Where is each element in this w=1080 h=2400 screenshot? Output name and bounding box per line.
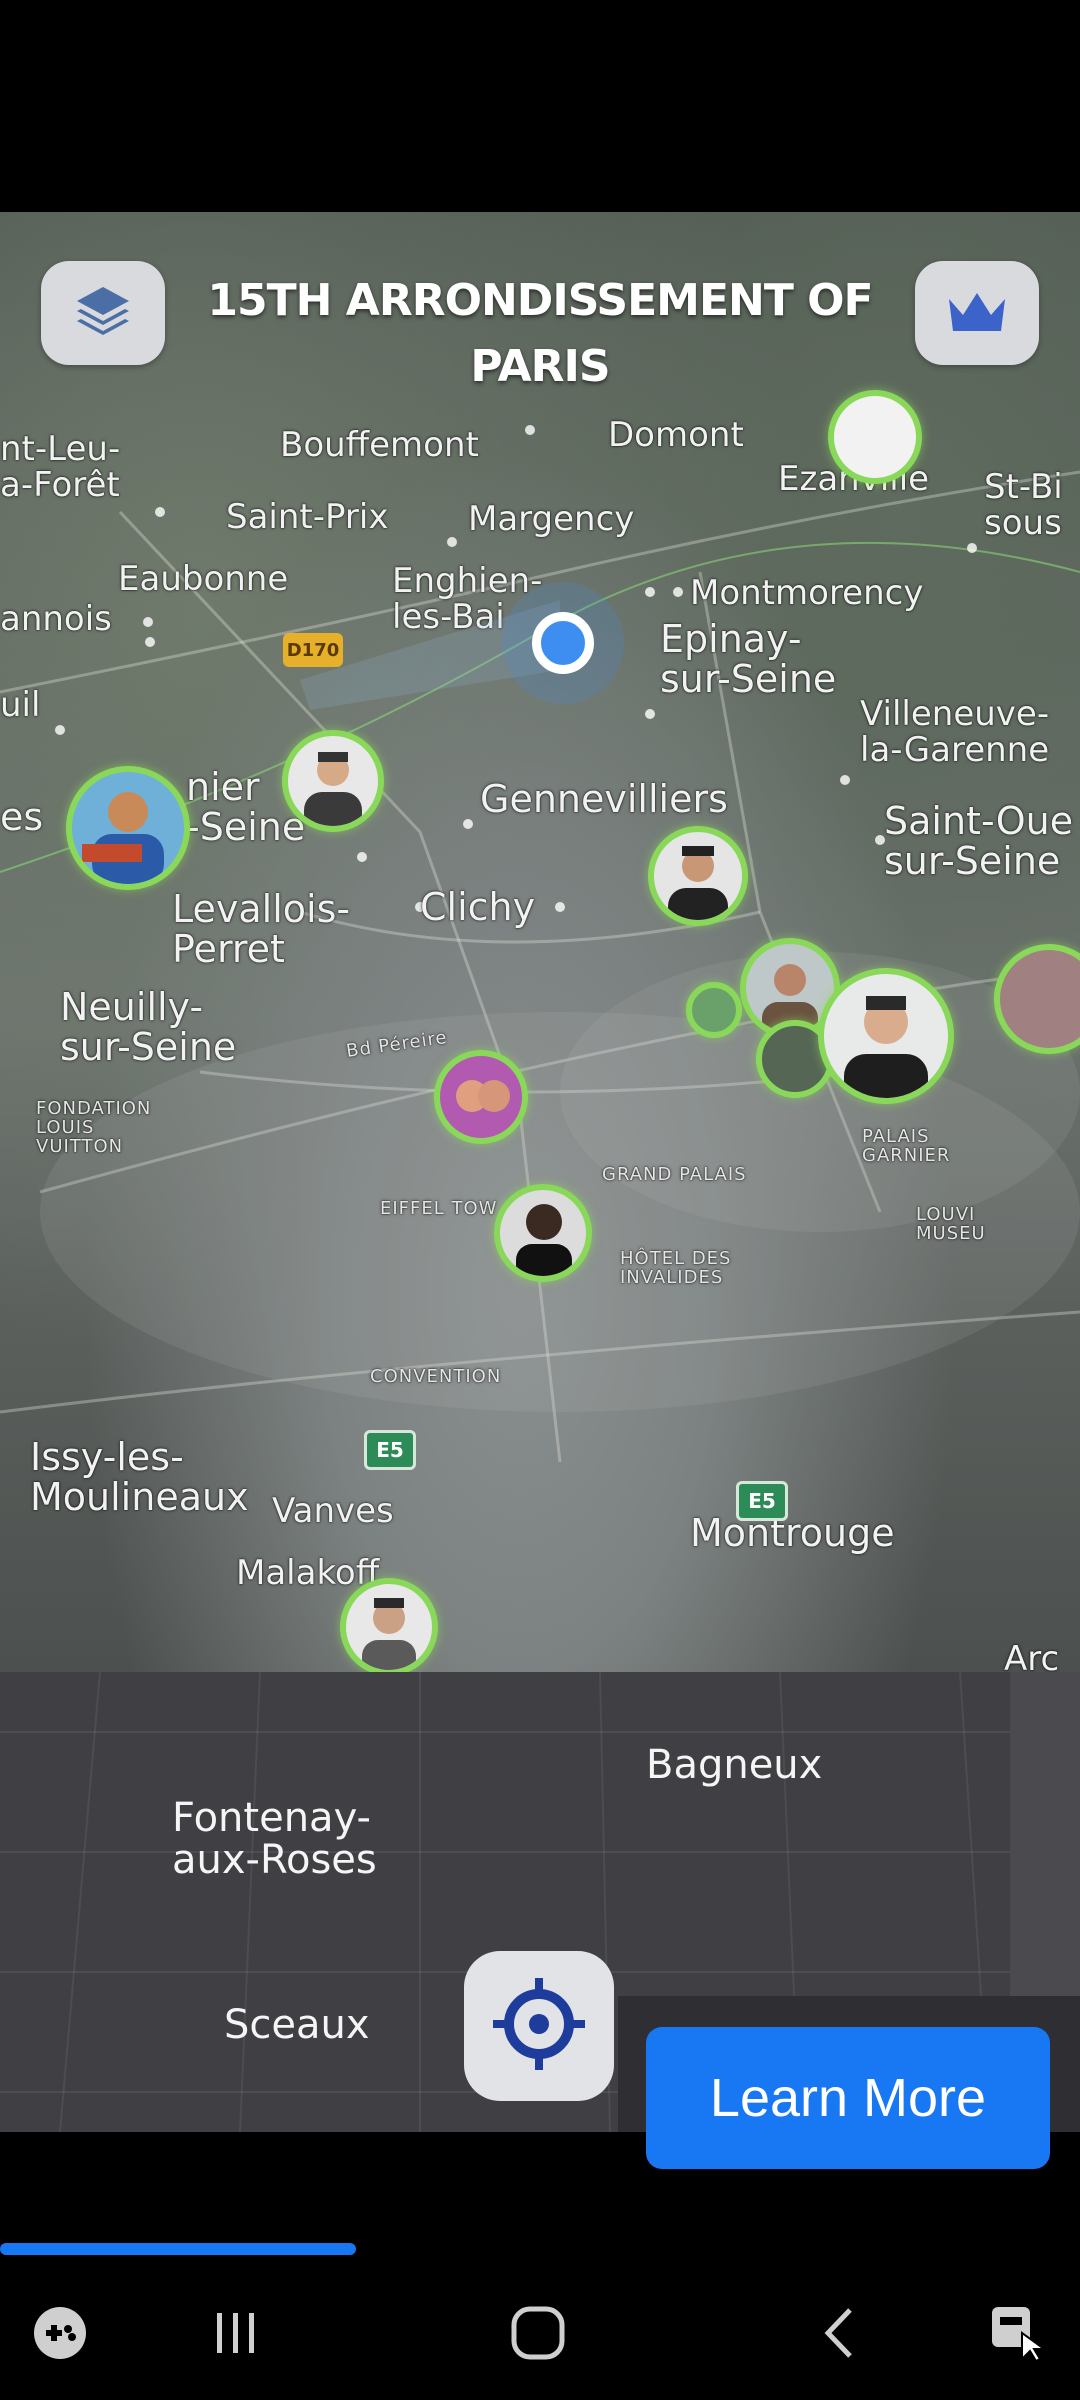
map-label: Vanves	[272, 1491, 394, 1531]
back-button[interactable]	[780, 2270, 900, 2400]
screen: BouffemontDomontEzanvilleSt-Bi sousnt-Le…	[0, 0, 1080, 2400]
recents-icon	[211, 2308, 261, 2363]
map-label-sceaux: Sceaux	[224, 2002, 370, 2048]
friend-avatar[interactable]	[648, 826, 748, 926]
layers-button[interactable]	[41, 261, 165, 365]
crown-icon	[945, 289, 1009, 338]
map-label: Saint-Prix	[226, 497, 389, 537]
friend-avatar[interactable]	[818, 968, 954, 1104]
map-label: LOUVI MUSEU	[916, 1204, 986, 1244]
road-sign-d170: D170	[283, 633, 343, 667]
crosshair-icon	[491, 1976, 587, 2077]
friend-avatar[interactable]	[434, 1050, 528, 1144]
map-label: Epinay- sur-Seine	[660, 617, 837, 701]
map-label: Bouffemont	[280, 425, 479, 465]
friend-avatar[interactable]	[494, 1184, 592, 1282]
friend-avatar[interactable]	[282, 730, 384, 832]
map-label: EIFFEL TOW	[380, 1198, 498, 1219]
current-location-marker	[532, 612, 594, 674]
recents-button[interactable]	[176, 2270, 296, 2400]
home-icon	[510, 2305, 566, 2366]
friend-avatar[interactable]	[828, 390, 922, 484]
friend-avatar[interactable]	[686, 982, 742, 1038]
map-label: GRAND PALAIS	[602, 1164, 747, 1185]
home-button[interactable]	[478, 2270, 598, 2400]
gamepad-icon	[32, 2305, 88, 2366]
map-label: HÔTEL DES INVALIDES	[620, 1248, 732, 1288]
map-label: Montrouge	[690, 1511, 895, 1555]
accessibility-icon	[988, 2303, 1048, 2368]
map-edge-panel	[1010, 1672, 1080, 2002]
layers-icon	[73, 283, 133, 344]
map-label: Margency	[468, 499, 635, 539]
video-progress-fill	[0, 2243, 357, 2255]
map-label: Montmorency	[690, 573, 924, 613]
map-label: Clichy	[420, 885, 536, 929]
learn-more-button[interactable]: Learn More	[646, 2027, 1050, 2169]
map-label: Gennevilliers	[480, 777, 728, 821]
map-label: Malakoff	[236, 1553, 380, 1593]
map-label: St-Bi sous	[984, 467, 1063, 543]
map-label: Levallois- Perret	[172, 887, 351, 971]
friend-avatar[interactable]	[66, 766, 190, 890]
map-label: Issy-les- Moulineaux	[30, 1435, 249, 1519]
map-label: CONVENTION	[370, 1366, 502, 1387]
map-label: Saint-Oue sur-Seine	[884, 799, 1074, 883]
map-label: es	[0, 795, 44, 839]
map-label: annois	[0, 599, 112, 639]
map-label: FONDATION LOUIS VUITTON	[36, 1098, 152, 1157]
map-label: PALAIS GARNIER	[862, 1126, 951, 1166]
highway-sign-e5: E5	[364, 1430, 416, 1470]
map-label: Eaubonne	[118, 559, 289, 599]
map-label: Neuilly- sur-Seine	[60, 985, 237, 1069]
locate-me-button[interactable]	[464, 1951, 614, 2101]
back-icon	[820, 2306, 860, 2365]
map-label-fontenay: Fontenay- aux-Roses	[172, 1795, 377, 1883]
game-tools-button[interactable]	[0, 2270, 120, 2400]
map-label: nt-Leu- a-Forêt	[0, 429, 121, 505]
map-label: uil	[0, 685, 41, 725]
map-label-bagneux: Bagneux	[646, 1742, 823, 1788]
friend-avatar[interactable]	[340, 1578, 438, 1676]
map-label: Domont	[608, 415, 744, 455]
accessibility-button[interactable]	[958, 2270, 1078, 2400]
video-progress-bar[interactable]	[0, 2243, 1080, 2255]
system-navigation-bar	[0, 2270, 1080, 2400]
map-label: Villeneuve- la-Garenne	[860, 694, 1050, 770]
page-title: 15TH ARRONDISSEMENT OF PARIS	[207, 275, 873, 392]
highway-sign-e5: E5	[736, 1481, 788, 1521]
premium-button[interactable]	[915, 261, 1039, 365]
